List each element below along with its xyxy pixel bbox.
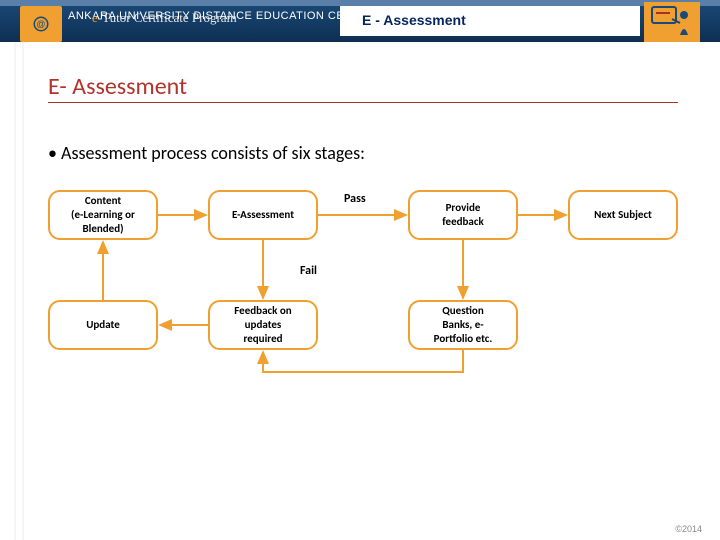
- logo-badge: @: [20, 6, 62, 42]
- header-section-title: E - Assessment: [358, 12, 470, 30]
- footer-copyright: ©2014: [675, 524, 702, 534]
- header-program-word: Tutor Certificate Program: [102, 10, 237, 25]
- header-banner: @ ANKARA UNIVERSITY DISTANCE EDUCATION C…: [0, 0, 720, 42]
- at-sign-icon: @: [32, 15, 50, 33]
- header-program: e-Tutor Certificate Program: [92, 10, 237, 26]
- intro-bullet: • Assessment process consists of six sta…: [48, 142, 365, 164]
- page-title: E- Assessment: [48, 72, 187, 101]
- presenter-icon: [644, 2, 700, 42]
- left-guide-2: [22, 42, 24, 540]
- svg-text:@: @: [36, 19, 45, 29]
- flow-arrows: [48, 190, 678, 390]
- left-guide: [14, 42, 16, 540]
- flowchart: Content (e-Learning or Blended) E-Assess…: [48, 190, 678, 390]
- title-underline: [48, 102, 678, 103]
